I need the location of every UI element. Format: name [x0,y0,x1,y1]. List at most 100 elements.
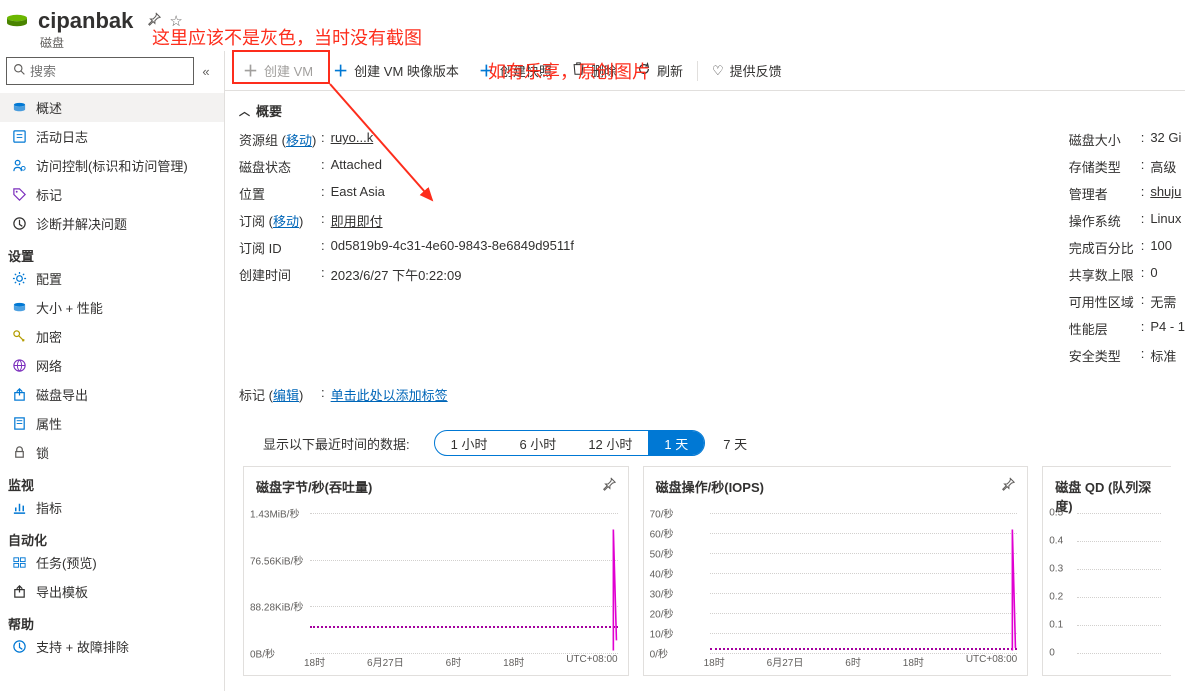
grid [1077,513,1161,653]
y-tick: 50/秒 [650,546,674,561]
y-tick: 1.43MiB/秒 [250,506,299,521]
diagnose-icon [10,216,28,231]
pin-icon[interactable] [147,12,161,30]
add-tags-link[interactable]: 单击此处以添加标签 [331,385,448,404]
y-tick: 0.4 [1049,536,1063,547]
manager-link[interactable]: shuju [1150,184,1181,203]
chart-body: 1.43MiB/秒76.56KiB/秒88.28KiB/秒0B/秒 [250,513,618,653]
nav-exporttpl[interactable]: 导出模板 [0,577,224,606]
time-option[interactable]: 1 小时 [435,430,504,456]
y-tick: 0.2 [1049,592,1063,603]
y-tick: 40/秒 [650,566,674,581]
nav-tags[interactable]: 标记 [0,180,224,209]
chart-card: 磁盘字节/秒(吞吐量)1.43MiB/秒76.56KiB/秒88.28KiB/秒… [243,466,629,676]
disk-icon [6,14,28,28]
nav-export[interactable]: 磁盘导出 [0,380,224,409]
main: ＋创建 VM ＋创建 VM 映像版本 ＋创建快照 删除 刷新 ♡ 提供反馈 ︿ … [225,51,1185,691]
nav-overview[interactable]: 概述 [0,93,224,122]
edit-tags-link[interactable]: 编辑 [273,388,299,403]
chart-card: 磁盘操作/秒(IOPS)70/秒60/秒50/秒40/秒30/秒20/秒10/秒… [643,466,1029,676]
nav-label: 加密 [36,327,62,346]
y-tick: 0.5 [1049,508,1063,519]
chart-body: 0.50.40.30.20.10 [1049,513,1161,653]
nav-label: 标记 [36,185,62,204]
search-input[interactable] [30,64,187,79]
time-7days[interactable]: 7 天 [723,434,747,453]
create-image-button[interactable]: ＋创建 VM 映像版本 [323,51,469,91]
nav-metrics[interactable]: 指标 [0,493,224,522]
series-spike [308,527,618,653]
pin-chart-icon[interactable] [602,477,616,495]
nav-activity[interactable]: 活动日志 [0,122,224,151]
page-title: cipanbak [38,8,133,34]
location: East Asia [331,184,385,203]
nav-label: 网络 [36,356,62,375]
nav-label: 属性 [36,414,62,433]
refresh-icon [637,62,651,79]
nav-tasks[interactable]: 任务(预览) [0,548,224,577]
nav-network[interactable]: 网络 [0,351,224,380]
encrypt-icon [10,329,28,344]
collapse-sidebar-button[interactable]: « [194,64,218,79]
subscription-link[interactable]: 即用即付 [331,211,383,230]
nav-label: 诊断并解决问题 [36,214,127,233]
command-bar: ＋创建 VM ＋创建 VM 映像版本 ＋创建快照 删除 刷新 ♡ 提供反馈 [225,51,1185,91]
support-icon [10,639,28,654]
y-tick: 30/秒 [650,586,674,601]
nav-size[interactable]: 大小 + 性能 [0,293,224,322]
x-axis: 18时6月27日6时18时UTC+08:00 [704,654,1018,669]
move-rg-link[interactable]: 移动 [286,133,312,148]
search-box[interactable] [6,57,194,85]
y-tick: 70/秒 [650,506,674,521]
search-icon [13,63,26,79]
search-row: « [0,51,224,93]
y-tick: 0 [1049,648,1055,659]
config-icon [10,271,28,286]
refresh-button[interactable]: 刷新 [627,51,693,91]
time-option[interactable]: 6 小时 [503,430,572,456]
feedback-button[interactable]: ♡ 提供反馈 [702,51,792,91]
grid [310,513,618,653]
locks-icon [10,445,28,460]
iam-icon [10,158,28,173]
favorite-icon[interactable]: ☆ [169,12,182,30]
nav-label: 磁盘导出 [36,385,88,404]
nav-group: 自动化 [0,522,224,548]
nav-diagnose[interactable]: 诊断并解决问题 [0,209,224,238]
nav-locks[interactable]: 锁 [0,438,224,467]
resource-group-link[interactable]: ruyo...k [331,130,374,149]
move-sub-link[interactable]: 移动 [273,214,299,229]
nav-label: 活动日志 [36,127,88,146]
charts-row: 磁盘字节/秒(吞吐量)1.43MiB/秒76.56KiB/秒88.28KiB/秒… [239,466,1185,676]
subscription-id: 0d5819b9-4c31-4e60-9843-8e6849d9511f [331,238,574,257]
nav-label: 大小 + 性能 [36,298,103,317]
nav-support[interactable]: 支持 + 故障排除 [0,632,224,661]
tasks-icon [10,555,28,570]
toolbar-divider [697,61,698,81]
y-tick: 76.56KiB/秒 [250,552,303,567]
disk-state: Attached [331,157,382,176]
chart-body: 70/秒60/秒50/秒40/秒30/秒20/秒10/秒0/秒 [650,513,1018,653]
time-range-selector[interactable]: 1 小时6 小时12 小时1 天 [434,430,706,456]
heart-icon: ♡ [712,63,724,79]
nav-iam[interactable]: 访问控制(标识和访问管理) [0,151,224,180]
essentials: 资源组 (移动):ruyo...k 磁盘状态:Attached 位置:East … [239,130,1185,373]
nav-label: 配置 [36,269,62,288]
created-time: 2023/6/27 下午0:22:09 [331,265,462,284]
main-body: « 概述活动日志访问控制(标识和访问管理)标记诊断并解决问题设置配置大小 + 性… [0,51,1185,691]
nav-encrypt[interactable]: 加密 [0,322,224,351]
nav-props[interactable]: 属性 [0,409,224,438]
time-option[interactable]: 1 天 [648,430,704,456]
y-tick: 88.28KiB/秒 [250,599,303,614]
essentials-toggle[interactable]: ︿ 概要 [239,101,1185,120]
nav-config[interactable]: 配置 [0,264,224,293]
y-tick: 0B/秒 [250,646,275,661]
essentials-right: 磁盘大小:32 Gi 存储类型:高级 管理者:shuju 操作系统:Linux … [1069,130,1185,373]
pin-chart-icon[interactable] [1001,477,1015,495]
chart-title: 磁盘操作/秒(IOPS) [656,477,1016,496]
create-vm-button[interactable]: ＋创建 VM [233,51,323,91]
y-tick: 0.3 [1049,564,1063,575]
create-snapshot-button[interactable]: ＋创建快照 [469,51,562,91]
time-option[interactable]: 12 小时 [572,430,648,456]
delete-button[interactable]: 删除 [562,51,627,91]
